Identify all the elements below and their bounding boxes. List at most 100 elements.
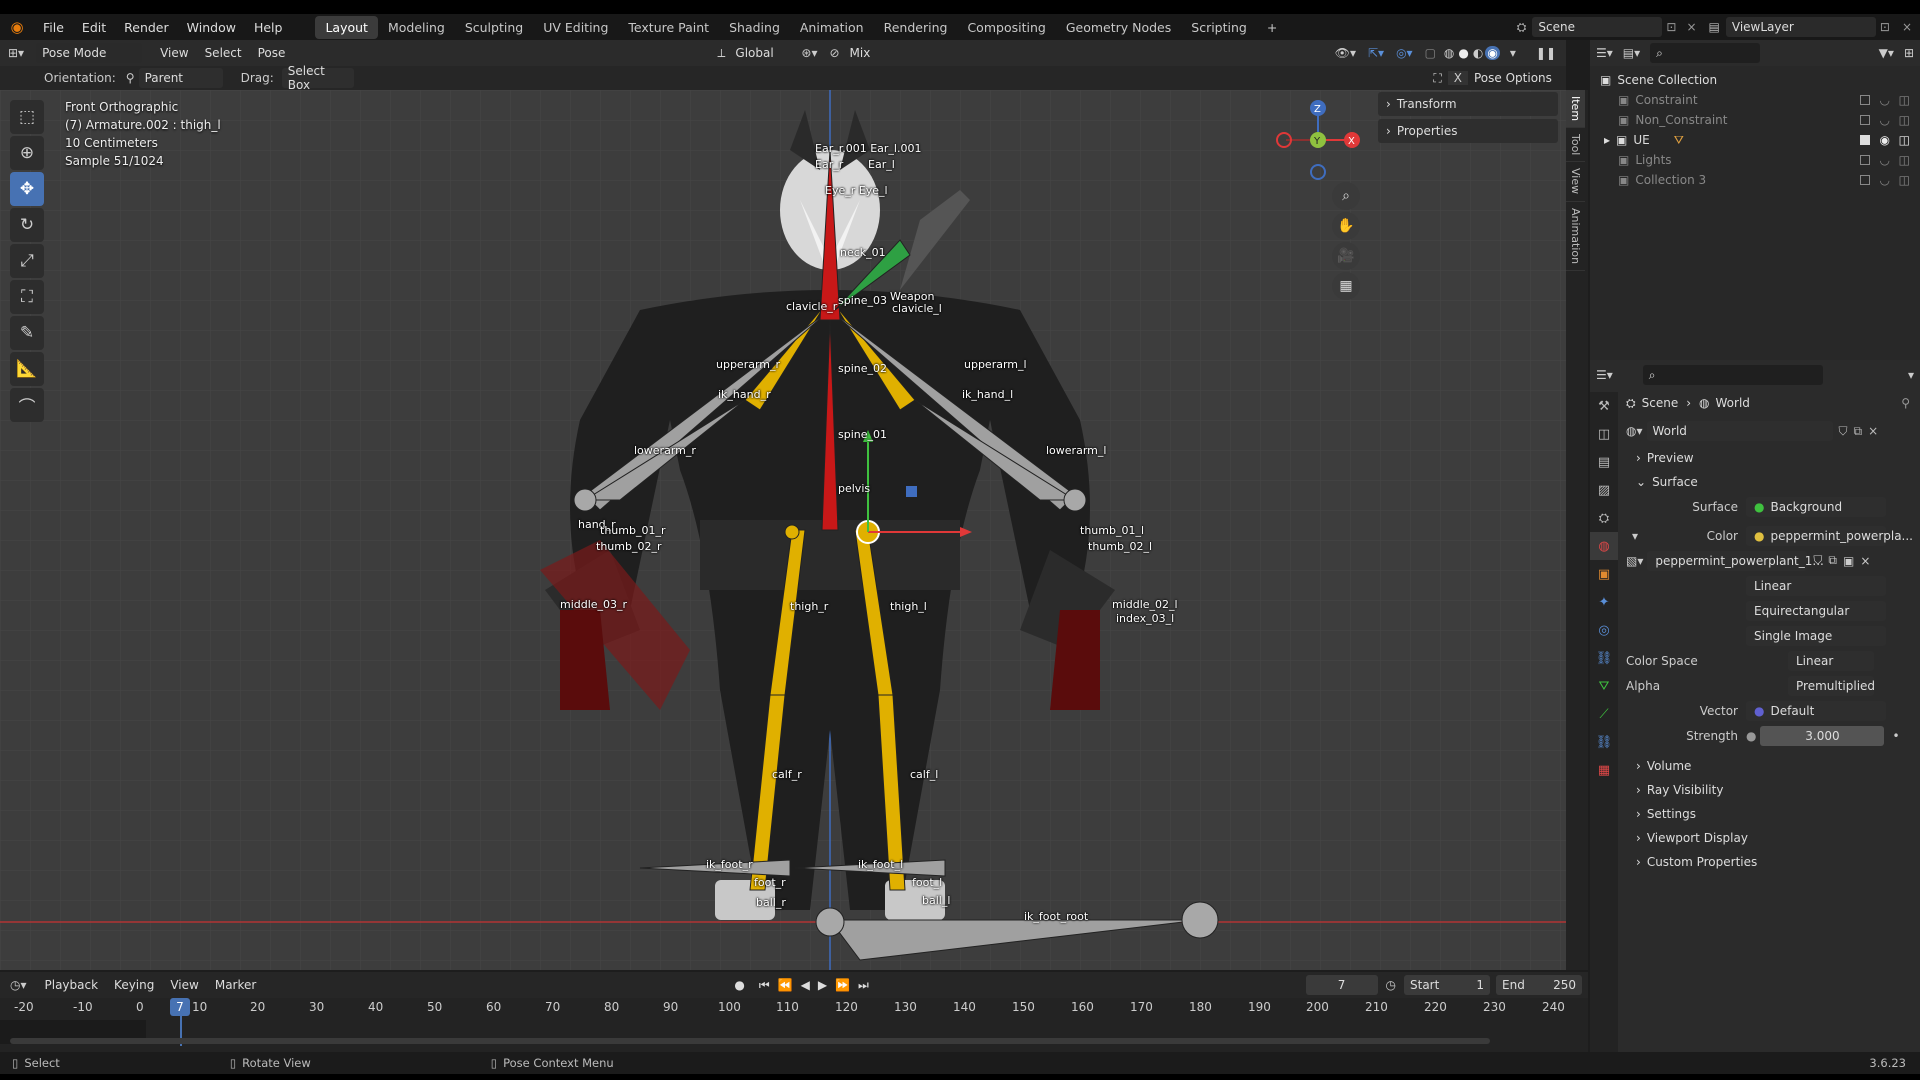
cursor-icon[interactable]: ⊕ — [10, 136, 44, 170]
transform-tool-icon[interactable]: ⛶ — [10, 280, 44, 314]
mode-selector[interactable]: Pose Mode — [36, 43, 143, 63]
world-name-field[interactable]: World — [1646, 421, 1833, 441]
start-frame-field[interactable]: Start 1 — [1404, 975, 1490, 995]
timeline-area[interactable]: -20 -10 0 10 20 30 40 50 60 70 80 90 100… — [0, 998, 1588, 1052]
tab-texture-paint[interactable]: Texture Paint — [618, 16, 719, 39]
render-camera-icon[interactable]: ◫ — [1899, 113, 1910, 127]
current-frame-field[interactable]: 7 — [1305, 975, 1378, 995]
hide-eye-icon[interactable]: ◡ — [1880, 113, 1890, 127]
mix-selector[interactable]: Mix — [844, 43, 890, 63]
panel-volume[interactable]: › Volume — [1626, 754, 1920, 778]
display-mode-icon[interactable]: ▤▾ — [1623, 46, 1640, 60]
menu-edit[interactable]: Edit — [73, 20, 115, 35]
tab-animation[interactable]: Animation — [790, 16, 874, 39]
pose-options-dropdown[interactable]: Pose Options — [1468, 68, 1558, 88]
scene-props-icon[interactable]: ⛭ — [1590, 504, 1618, 532]
surface-shader-field[interactable]: ● Background — [1746, 496, 1886, 517]
image-name-field[interactable]: peppermint_powerplant_1... — [1647, 550, 1824, 571]
shading-wireframe-icon[interactable]: ◍ — [1442, 46, 1456, 60]
fake-user-icon[interactable]: ⛉ — [1839, 424, 1848, 439]
outliner-item-lights[interactable]: ▣ Lights ◡ ◫ — [1590, 150, 1920, 170]
hide-eye-icon[interactable]: ◡ — [1880, 93, 1890, 107]
prev-keyframe-icon[interactable]: ⏪ — [774, 978, 797, 992]
scene-selector[interactable]: Scene — [1532, 17, 1663, 37]
menu-timeline-view[interactable]: View — [162, 978, 206, 992]
add-workspace-icon[interactable]: + — [1257, 16, 1287, 39]
view-layer-icon[interactable]: ▨ — [1590, 476, 1618, 504]
viewlayer-selector[interactable]: ViewLayer — [1725, 17, 1876, 37]
alpha-dropdown[interactable]: Premultiplied — [1788, 675, 1875, 696]
annotate-icon[interactable]: ✎ — [10, 316, 44, 350]
hide-eye-icon[interactable]: ◡ — [1880, 153, 1890, 167]
projection-dropdown[interactable]: Equirectangular — [1746, 600, 1886, 621]
3d-viewport[interactable]: Z X Y Ear_r.001 Ear_l.001 Ear_r Ear_l Ey… — [0, 90, 1566, 970]
menu-help[interactable]: Help — [245, 20, 292, 35]
menu-keying[interactable]: Keying — [106, 978, 162, 992]
render-camera-icon[interactable]: ◫ — [1899, 93, 1910, 107]
visibility-icon[interactable]: 👁▾ — [1329, 46, 1362, 60]
menu-select[interactable]: Select — [197, 46, 250, 60]
source-dropdown[interactable]: Single Image — [1746, 625, 1886, 646]
unlink-icon[interactable]: × — [1860, 554, 1870, 568]
bone-props-icon[interactable]: ⟋ — [1590, 700, 1618, 728]
texture-props-icon[interactable]: ▦ — [1590, 756, 1618, 784]
overlay-toggle-icon[interactable]: ◎▾ — [1390, 46, 1419, 60]
measure-icon[interactable]: 📐 — [10, 352, 44, 386]
timeline-scrollbar[interactable] — [10, 1038, 1490, 1044]
filter-icon[interactable]: ▼▾ — [1879, 46, 1894, 60]
drag-selector[interactable]: Select Box — [281, 64, 354, 92]
data-props-icon[interactable]: ⛛ — [1590, 672, 1618, 700]
pivot-icon[interactable]: ⊛▾ — [793, 46, 825, 60]
modifier-props-icon[interactable]: ✦ — [1590, 588, 1618, 616]
end-frame-field[interactable]: End 250 — [1496, 975, 1582, 995]
vector-field[interactable]: ● Default — [1746, 700, 1886, 721]
fake-user-icon[interactable]: ⛉ — [1813, 553, 1822, 568]
pin-icon[interactable]: ⊡ — [1662, 20, 1680, 34]
orientation-selector[interactable]: Parent — [138, 68, 223, 88]
panel-ray-visibility[interactable]: › Ray Visibility — [1626, 778, 1920, 802]
panel-surface[interactable]: ⌄ Surface — [1626, 470, 1920, 494]
menu-file[interactable]: File — [34, 20, 73, 35]
expand-arrow-icon[interactable]: ▸ — [1604, 133, 1610, 147]
shading-material-icon[interactable]: ◐ — [1471, 46, 1485, 60]
menu-view[interactable]: View — [152, 46, 196, 60]
panel-viewport-display[interactable]: › Viewport Display — [1626, 826, 1920, 850]
duplicate-icon[interactable]: ⧉ — [1854, 424, 1863, 439]
tool-props-icon[interactable]: ⚒ — [1590, 392, 1618, 420]
tab-shading[interactable]: Shading — [719, 16, 790, 39]
menu-render[interactable]: Render — [115, 20, 178, 35]
bone-size-icon[interactable]: ⌒ — [10, 388, 44, 422]
duplicate-icon[interactable]: ⧉ — [1828, 553, 1837, 568]
pan-hand-icon[interactable]: ✋ — [1332, 212, 1360, 240]
select-box-icon[interactable]: ⬚ — [10, 100, 44, 134]
keyframe-dot-icon[interactable]: • — [1892, 729, 1899, 743]
exclude-checkbox[interactable] — [1860, 155, 1870, 165]
jump-start-icon[interactable]: ⏮ — [755, 978, 774, 993]
exclude-checkbox[interactable] — [1860, 115, 1870, 125]
world-props-icon[interactable]: ◍ — [1590, 532, 1618, 560]
timeline-editor-icon[interactable]: ◷▾ — [0, 978, 37, 992]
zoom-icon[interactable]: ⌕ — [1332, 182, 1360, 210]
shading-options-icon[interactable]: ▾ — [1500, 46, 1526, 60]
open-image-icon[interactable]: ▣ — [1843, 554, 1854, 568]
menu-playback[interactable]: Playback — [37, 978, 107, 992]
physics-props-icon[interactable]: ◎ — [1590, 616, 1618, 644]
exclude-checkbox[interactable] — [1860, 135, 1870, 145]
render-camera-icon[interactable]: ◫ — [1899, 133, 1910, 147]
outliner-item-collection-3[interactable]: ▣ Collection 3 ◡ ◫ — [1590, 170, 1920, 190]
unlink-icon[interactable]: × — [1868, 424, 1878, 438]
transform-panel-header[interactable]: › Transform — [1378, 92, 1558, 116]
rotate-tool-icon[interactable]: ↻ — [10, 208, 44, 242]
move-tool-icon[interactable]: ✥ — [10, 172, 44, 206]
properties-search[interactable]: ⌕ — [1642, 365, 1823, 385]
next-keyframe-icon[interactable]: ⏩ — [831, 978, 854, 992]
close-viewlayer-icon[interactable]: × — [1894, 20, 1920, 34]
tab-geometry-nodes[interactable]: Geometry Nodes — [1056, 16, 1181, 39]
xray-icon[interactable]: ▢ — [1419, 46, 1442, 60]
play-reverse-icon[interactable]: ◀ — [797, 978, 814, 992]
outliner-search[interactable]: ⌕ — [1650, 43, 1761, 63]
pose-mirror-icon[interactable]: ⛶ — [1427, 71, 1447, 86]
tab-item[interactable]: Item — [1566, 90, 1585, 129]
strength-field[interactable]: 3.000 — [1760, 725, 1885, 746]
properties-editor-icon[interactable]: ☰▾ — [1596, 368, 1613, 382]
